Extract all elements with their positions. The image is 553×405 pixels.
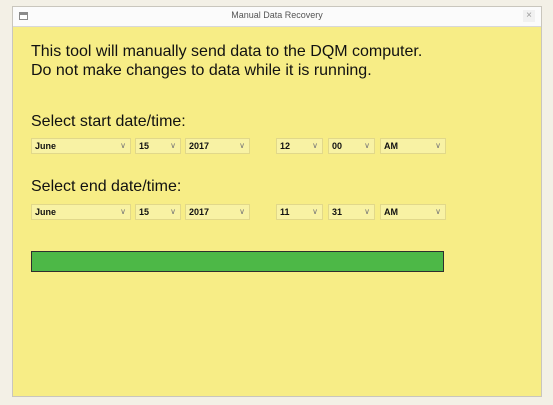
end-year-select[interactable]: 2017 ∨ <box>185 204 250 220</box>
start-year-select[interactable]: 2017 ∨ <box>185 138 250 154</box>
start-label: Select start date/time: <box>31 113 186 130</box>
end-month-value: June <box>35 207 57 217</box>
progress-fill <box>32 252 443 271</box>
instructions-line-1: This tool will manually send data to the… <box>31 43 423 60</box>
start-hour-value: 12 <box>280 141 291 151</box>
end-year-value: 2017 <box>189 207 210 217</box>
end-hour-select[interactable]: 11 ∨ <box>276 204 323 220</box>
end-hour-value: 11 <box>280 207 290 217</box>
end-ampm-select[interactable]: AM ∨ <box>380 204 446 220</box>
instructions: This tool will manually send data to the… <box>31 42 531 80</box>
title-bar[interactable]: Manual Data Recovery × <box>13 7 541 27</box>
end-day-select[interactable]: 15 ∨ <box>135 204 181 220</box>
chevron-down-icon: ∨ <box>312 141 318 150</box>
start-hour-select[interactable]: 12 ∨ <box>276 138 323 154</box>
start-day-value: 15 <box>139 141 150 151</box>
start-ampm-value: AM <box>384 141 398 151</box>
chevron-down-icon: ∨ <box>120 141 126 150</box>
start-minute-select[interactable]: 00 ∨ <box>328 138 375 154</box>
end-minute-select[interactable]: 31 ∨ <box>328 204 375 220</box>
chevron-down-icon: ∨ <box>312 207 318 216</box>
instructions-line-2: Do not make changes to data while it is … <box>31 62 372 79</box>
end-day-value: 15 <box>139 207 150 217</box>
chevron-down-icon: ∨ <box>239 207 245 216</box>
chevron-down-icon: ∨ <box>120 207 126 216</box>
chevron-down-icon: ∨ <box>435 141 441 150</box>
start-month-value: June <box>35 141 57 151</box>
end-month-select[interactable]: June ∨ <box>31 204 131 220</box>
chevron-down-icon: ∨ <box>239 141 245 150</box>
main-content: This tool will manually send data to the… <box>31 42 531 272</box>
window-title: Manual Data Recovery <box>231 10 323 20</box>
end-ampm-value: AM <box>384 207 398 217</box>
chevron-down-icon: ∨ <box>170 207 176 216</box>
close-icon[interactable]: × <box>523 10 535 22</box>
chevron-down-icon: ∨ <box>170 141 176 150</box>
start-ampm-select[interactable]: AM ∨ <box>380 138 446 154</box>
chevron-down-icon: ∨ <box>364 141 370 150</box>
end-label: Select end date/time: <box>31 178 182 195</box>
start-year-value: 2017 <box>189 141 210 151</box>
progress-bar <box>31 251 444 272</box>
app-window: Manual Data Recovery × This tool will ma… <box>12 6 542 397</box>
start-minute-value: 00 <box>332 141 343 151</box>
chevron-down-icon: ∨ <box>364 207 370 216</box>
chevron-down-icon: ∨ <box>435 207 441 216</box>
start-month-select[interactable]: June ∨ <box>31 138 131 154</box>
start-day-select[interactable]: 15 ∨ <box>135 138 181 154</box>
end-minute-value: 31 <box>332 207 343 217</box>
